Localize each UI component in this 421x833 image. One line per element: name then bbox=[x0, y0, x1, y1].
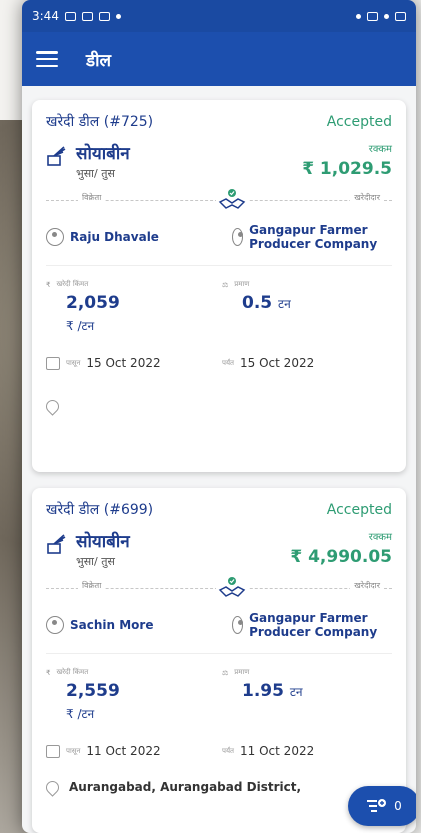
seller-label: विक्रेता bbox=[78, 580, 106, 591]
seller-party: Raju Dhavale bbox=[46, 223, 159, 251]
user-icon bbox=[232, 616, 244, 634]
data-status-icon bbox=[367, 11, 378, 21]
seller-label: विक्रेता bbox=[78, 192, 106, 203]
seller-name: Sachin More bbox=[70, 618, 154, 632]
to-date: पर्यंत 15 Oct 2022 bbox=[222, 356, 392, 370]
price-unit: ₹ /टन bbox=[66, 707, 95, 721]
crop-variant: भुसा/ तुस bbox=[76, 167, 115, 180]
amount-label: रक्कम bbox=[368, 532, 392, 543]
to-date-value: 15 Oct 2022 bbox=[240, 356, 315, 370]
location-row: Aurangabad, Aurangabad District, bbox=[43, 777, 392, 797]
buyer-party: Gangapur Farmer Producer Company bbox=[232, 611, 392, 639]
quantity-label: प्रमाण bbox=[234, 668, 250, 676]
menu-icon[interactable] bbox=[36, 51, 58, 67]
calendar-icon bbox=[46, 744, 60, 758]
crop-variant: भुसा/ तुस bbox=[76, 555, 115, 568]
fab-count: 0 bbox=[394, 799, 402, 813]
user-icon bbox=[46, 228, 64, 246]
user-icon bbox=[46, 616, 64, 634]
buyer-label: खरेदीदार bbox=[350, 192, 384, 203]
quantity-value: 1.95 bbox=[242, 681, 284, 701]
filter-fab-button[interactable]: 0 bbox=[348, 786, 416, 826]
price-label: खरेदी किंमत bbox=[56, 668, 89, 676]
quantity-metric: ⚖ प्रमाण 0.5 टन bbox=[222, 280, 392, 334]
page-title: डील bbox=[86, 50, 112, 71]
deal-card[interactable]: खरेदी डील (#699) Accepted सोयाबीन भुसा/ … bbox=[32, 488, 406, 833]
handshake-icon bbox=[216, 575, 248, 601]
handshake-icon bbox=[216, 187, 248, 213]
buyer-name: Gangapur Farmer Producer Company bbox=[249, 611, 378, 639]
deal-status: Accepted bbox=[326, 501, 392, 518]
quantity-unit: टन bbox=[289, 685, 303, 699]
quantity-label: प्रमाण bbox=[234, 280, 250, 288]
user-icon bbox=[232, 228, 244, 246]
wifi-icon bbox=[384, 13, 389, 19]
gallery-notification-icon bbox=[64, 11, 76, 21]
buyer-label: खरेदीदार bbox=[350, 580, 384, 591]
crop-icon bbox=[47, 146, 66, 166]
quantity-metric: ⚖ प्रमाण 1.95 टन bbox=[222, 668, 392, 722]
price-metric: ₹ खरेदी किंमत 2,559 ₹ /टन bbox=[46, 668, 216, 722]
deal-id: खरेदी डील (#725) bbox=[46, 114, 154, 130]
more-notifications-icon bbox=[115, 13, 121, 19]
price-label: खरेदी किंमत bbox=[56, 280, 89, 288]
crop-name: सोयाबीन bbox=[76, 532, 130, 552]
from-date-value: 11 Oct 2022 bbox=[86, 744, 161, 758]
amount-value: ₹ 4,990.05 bbox=[290, 547, 392, 567]
location-pin-icon bbox=[43, 777, 62, 797]
signal-icon bbox=[395, 11, 406, 21]
to-date-value: 11 Oct 2022 bbox=[240, 744, 315, 758]
crop-name: सोयाबीन bbox=[76, 144, 130, 164]
seller-name: Raju Dhavale bbox=[70, 230, 159, 244]
quantity-value: 0.5 bbox=[242, 293, 273, 313]
location-pin-icon bbox=[43, 397, 62, 416]
location-row bbox=[43, 397, 392, 416]
amount-label: रक्कम bbox=[368, 144, 392, 155]
to-label: पर्यंत bbox=[222, 746, 235, 755]
status-bar: 3:44 bbox=[22, 0, 416, 32]
from-label: पासून bbox=[66, 746, 81, 755]
calendar-icon bbox=[46, 356, 60, 370]
price-value: 2,559 bbox=[66, 681, 120, 701]
price-unit: ₹ /टन bbox=[66, 319, 95, 333]
from-date: पासून 11 Oct 2022 bbox=[46, 744, 216, 758]
deal-card[interactable]: खरेदी डील (#725) Accepted सोयाबीन भुसा/ … bbox=[32, 100, 406, 472]
separator bbox=[46, 653, 392, 654]
rupee-tag-icon: ₹ bbox=[46, 668, 51, 677]
to-label: पर्यंत bbox=[222, 358, 235, 367]
scale-icon: ⚖ bbox=[222, 280, 229, 289]
separator bbox=[46, 265, 392, 266]
filter-add-icon bbox=[367, 799, 387, 812]
quantity-unit: टन bbox=[278, 297, 291, 311]
from-date: पासून 15 Oct 2022 bbox=[46, 356, 216, 370]
message-notification-icon bbox=[98, 11, 110, 21]
rupee-tag-icon: ₹ bbox=[46, 280, 51, 289]
from-date-value: 15 Oct 2022 bbox=[86, 356, 161, 370]
location-text: Aurangabad, Aurangabad District, bbox=[69, 780, 302, 794]
price-metric: ₹ खरेदी किंमत 2,059 ₹ /टन bbox=[46, 280, 216, 334]
crop-icon bbox=[47, 534, 66, 554]
price-value: 2,059 bbox=[66, 293, 120, 313]
scale-icon: ⚖ bbox=[222, 668, 229, 677]
app-bar: डील bbox=[22, 32, 416, 86]
seller-party: Sachin More bbox=[46, 611, 153, 639]
buyer-party: Gangapur Farmer Producer Company bbox=[232, 223, 392, 251]
location-status-icon bbox=[356, 13, 361, 19]
from-label: पासून bbox=[66, 358, 81, 367]
deal-status: Accepted bbox=[326, 113, 392, 130]
status-time: 3:44 bbox=[32, 9, 59, 23]
deal-id: खरेदी डील (#699) bbox=[46, 502, 154, 518]
amount-value: ₹ 1,029.5 bbox=[302, 159, 392, 179]
to-date: पर्यंत 11 Oct 2022 bbox=[222, 744, 392, 758]
phone-screen: 3:44 डील खरेदी डील (#725) Accepted सोयाब… bbox=[22, 0, 416, 833]
buyer-name: Gangapur Farmer Producer Company bbox=[249, 223, 378, 251]
app-notification-icon bbox=[81, 11, 93, 21]
